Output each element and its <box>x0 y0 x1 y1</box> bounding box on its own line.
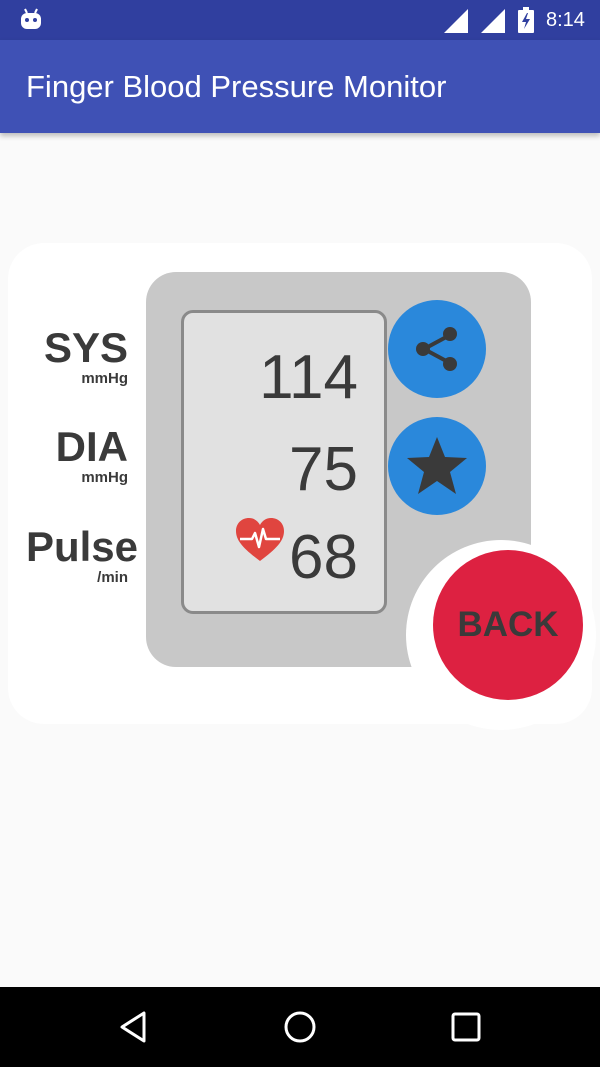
sys-unit-label: mmHg <box>81 370 128 387</box>
status-bar: 8:14 <box>0 0 600 40</box>
star-icon <box>407 437 467 494</box>
back-button-label: BACK <box>457 605 559 644</box>
share-button[interactable] <box>388 300 486 398</box>
android-notification-icon <box>21 8 41 29</box>
pulse-unit-label: /min <box>97 569 128 586</box>
sys-label: SYS <box>43 324 128 371</box>
pulse-reading: 68 <box>289 523 358 592</box>
rate-button[interactable] <box>388 417 486 515</box>
heart-pulse-icon <box>236 518 284 561</box>
dia-unit-label: mmHg <box>81 469 128 486</box>
back-triangle-icon[interactable] <box>116 1009 152 1045</box>
sys-reading: 114 <box>259 343 358 412</box>
share-icon <box>416 327 457 371</box>
cell-signal-icon <box>444 9 468 33</box>
dia-reading: 75 <box>289 435 358 504</box>
back-button[interactable]: BACK <box>433 550 583 700</box>
battery-charging-icon <box>518 7 534 33</box>
status-clock: 8:14 <box>546 9 585 31</box>
monitor-display: 114 75 68 <box>181 310 387 614</box>
app-bar: Finger Blood Pressure Monitor <box>0 40 600 133</box>
pulse-label: Pulse <box>25 523 138 570</box>
navigation-bar <box>0 987 600 1067</box>
dia-label: DIA <box>55 423 128 470</box>
app-title: Finger Blood Pressure Monitor <box>26 69 447 104</box>
recents-square-icon[interactable] <box>448 1009 484 1045</box>
wifi-signal-icon <box>481 9 505 33</box>
home-circle-icon[interactable] <box>282 1009 318 1045</box>
